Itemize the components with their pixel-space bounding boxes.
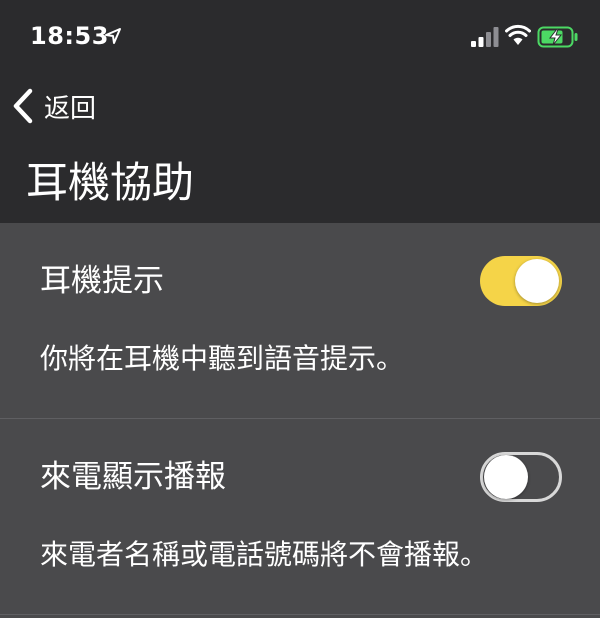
toggle-knob — [484, 455, 528, 499]
back-button[interactable]: 返回 — [12, 86, 96, 126]
battery-charging-icon — [537, 26, 578, 48]
status-bar: 18:53 — [0, 0, 600, 72]
setting-label: 來電顯示播報 — [40, 459, 226, 495]
header: 18:53 返回 耳機協助 — [0, 0, 600, 223]
setting-row-caller-id-announce: 來電顯示播報 來電者名稱或電話號碼將不會播報。 — [0, 419, 600, 615]
caller-id-announce-toggle[interactable] — [480, 452, 562, 502]
status-time: 18:53 — [30, 22, 109, 50]
toggle-knob — [515, 259, 559, 303]
location-arrow-icon — [105, 28, 121, 44]
setting-label: 耳機提示 — [40, 263, 164, 299]
page-title: 耳機協助 — [26, 158, 195, 207]
setting-row-headphone-prompts: 耳機提示 你將在耳機中聽到語音提示。 — [0, 223, 600, 419]
chevron-left-icon — [13, 88, 33, 124]
setting-description: 來電者名稱或電話號碼將不會播報。 — [40, 538, 489, 571]
cellular-signal-icon — [471, 27, 499, 47]
headphone-prompts-toggle[interactable] — [480, 256, 562, 306]
back-label: 返回 — [44, 93, 97, 124]
setting-description: 你將在耳機中聽到語音提示。 — [40, 342, 405, 375]
wifi-icon — [505, 24, 531, 45]
